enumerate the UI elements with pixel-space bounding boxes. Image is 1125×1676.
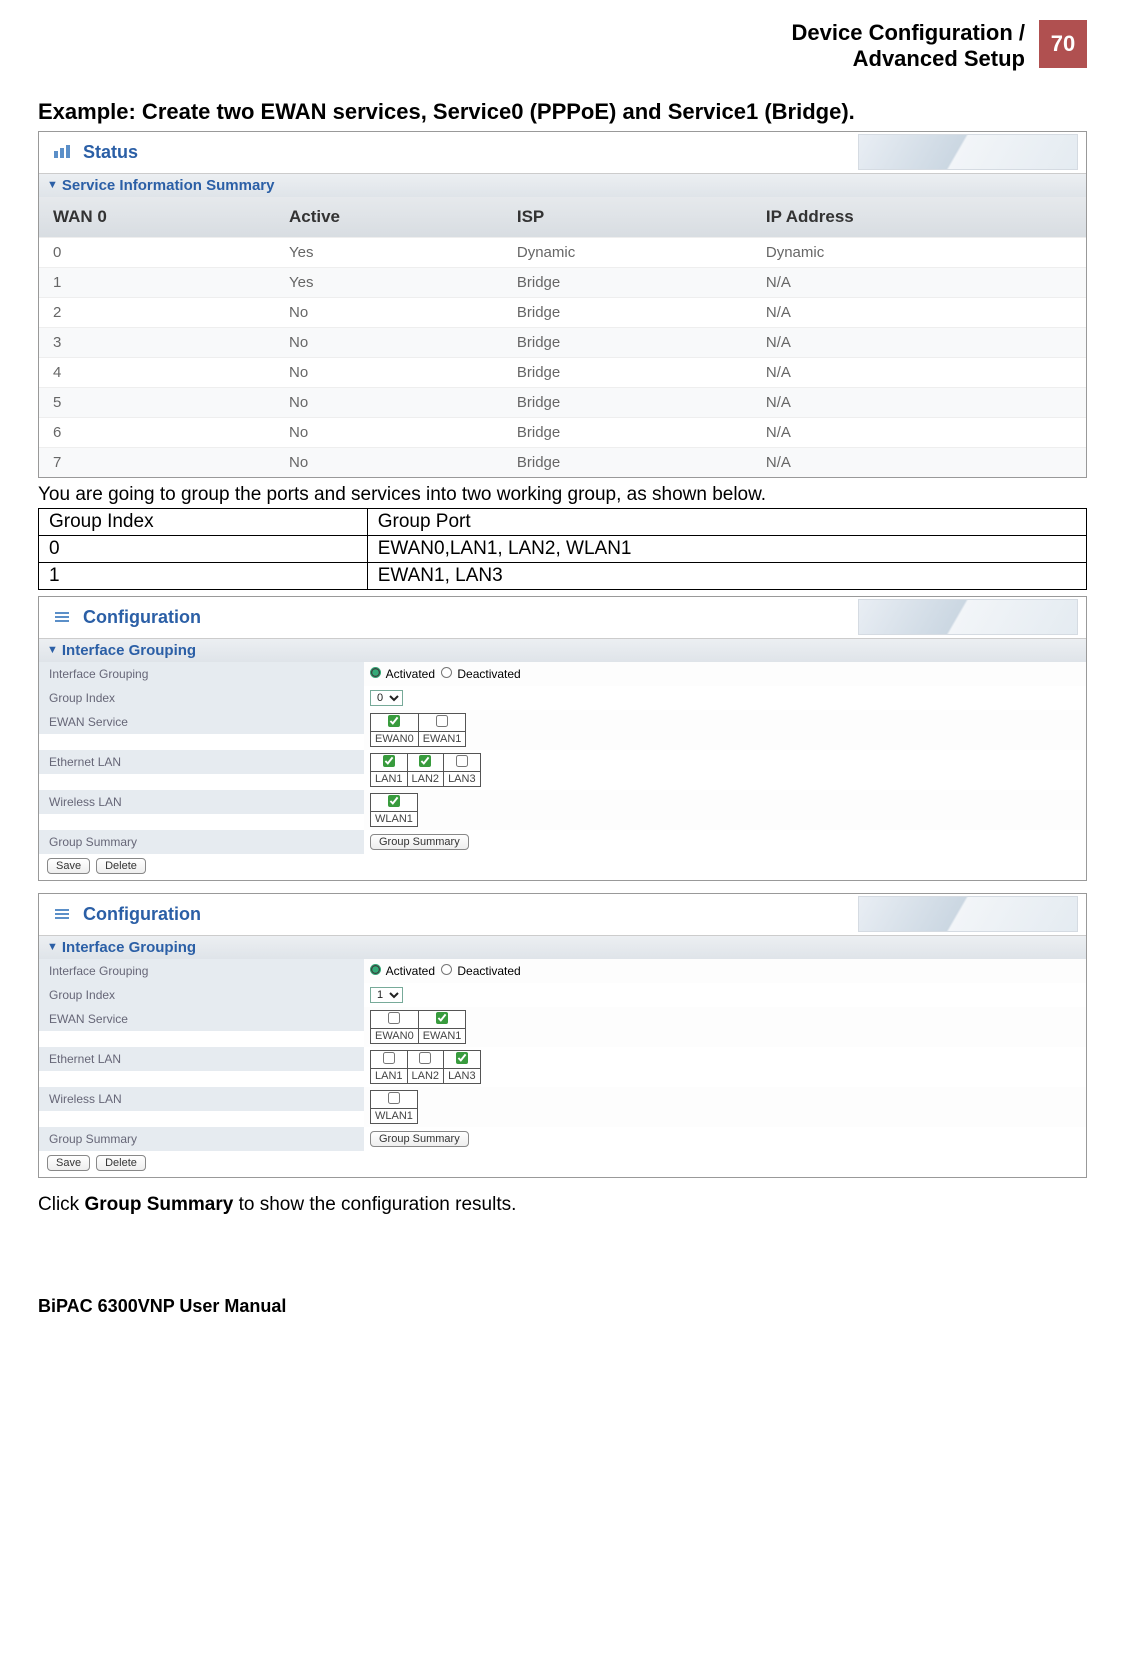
table-row: 7NoBridgeN/A: [39, 447, 1086, 477]
wlan-label: Wireless LAN: [39, 790, 364, 814]
table-row: 1YesBridgeN/A: [39, 267, 1086, 297]
decorative-banner: [858, 599, 1078, 635]
table-row: 5NoBridgeN/A: [39, 387, 1086, 417]
ewan-service-label: EWAN Service: [39, 1007, 364, 1031]
table-row: 3NoBridgeN/A: [39, 327, 1086, 357]
lan-table-chk-lan1[interactable]: [383, 755, 395, 767]
footer-brand: BiPAC 6300VNP User Manual: [38, 1296, 1087, 1317]
group-index-label: Group Index: [39, 686, 364, 710]
radio-deactivated[interactable]: Deactivated: [441, 667, 521, 681]
config-icon: [47, 906, 77, 922]
page-number-badge: 70: [1039, 20, 1087, 68]
eth-lan-label: Ethernet LAN: [39, 1047, 364, 1071]
lan-table-chk-lan1[interactable]: [383, 1052, 395, 1064]
table-row: 4NoBridgeN/A: [39, 357, 1086, 387]
iface-grouping-label: Interface Grouping: [39, 662, 364, 686]
status-title: Status: [83, 142, 138, 163]
table-row: 0EWAN0,LAN1, LAN2, WLAN1: [39, 535, 1087, 562]
group-index-select[interactable]: 0: [370, 690, 403, 706]
table-header: IP Address: [752, 197, 1086, 238]
ewan-table-chk-ewan1[interactable]: [436, 715, 448, 727]
table-row: 2NoBridgeN/A: [39, 297, 1086, 327]
ewan-table: EWAN0EWAN1: [370, 1010, 466, 1044]
table-header: Active: [275, 197, 503, 238]
status-section-header: ▼Service Information Summary: [39, 174, 1086, 197]
ewan-table-chk-ewan0[interactable]: [388, 1012, 400, 1024]
delete-button[interactable]: Delete: [96, 858, 146, 874]
decorative-banner: [858, 896, 1078, 932]
chevron-down-icon: ▼: [47, 941, 58, 953]
status-panel: Status ▼Service Information Summary WAN …: [38, 131, 1087, 478]
config-section-header: ▼Interface Grouping: [39, 639, 1086, 662]
config-icon: [47, 609, 77, 625]
service-summary-table: WAN 0ActiveISPIP Address 0YesDynamicDyna…: [39, 197, 1086, 477]
iface-grouping-label: Interface Grouping: [39, 959, 364, 983]
group-summary-label: Group Summary: [39, 830, 364, 854]
radio-activated[interactable]: Activated: [370, 667, 435, 681]
wlan-table-chk-wlan1[interactable]: [388, 795, 400, 807]
wlan-table: WLAN1: [370, 1090, 418, 1124]
table-header: Group Port: [367, 508, 1086, 535]
config-panel-1: Configuration ▼Interface GroupingInterfac…: [38, 893, 1087, 1178]
save-button[interactable]: Save: [47, 1155, 90, 1171]
ewan-table-chk-ewan0[interactable]: [388, 715, 400, 727]
table-header: ISP: [503, 197, 752, 238]
radio-activated[interactable]: Activated: [370, 964, 435, 978]
group-summary-button[interactable]: Group Summary: [370, 834, 469, 850]
config-section-header: ▼Interface Grouping: [39, 936, 1086, 959]
group-table: Group IndexGroup Port 0EWAN0,LAN1, LAN2,…: [38, 508, 1087, 590]
lan-table-chk-lan3[interactable]: [456, 755, 468, 767]
ewan-table: EWAN0EWAN1: [370, 713, 466, 747]
status-icon: [47, 144, 77, 160]
group-summary-label: Group Summary: [39, 1127, 364, 1151]
decorative-banner: [858, 134, 1078, 170]
example-heading: Example: Create two EWAN services, Servi…: [38, 99, 1087, 125]
lan-table: LAN1LAN2LAN3: [370, 753, 481, 787]
chevron-down-icon: ▼: [47, 179, 58, 191]
config-title: Configuration: [83, 607, 201, 628]
ewan-table-chk-ewan1[interactable]: [436, 1012, 448, 1024]
group-summary-button[interactable]: Group Summary: [370, 1131, 469, 1147]
table-row: 1EWAN1, LAN3: [39, 562, 1087, 589]
wlan-label: Wireless LAN: [39, 1087, 364, 1111]
eth-lan-label: Ethernet LAN: [39, 750, 364, 774]
table-header: Group Index: [39, 508, 368, 535]
radio-deactivated[interactable]: Deactivated: [441, 964, 521, 978]
config-title: Configuration: [83, 904, 201, 925]
ewan-service-label: EWAN Service: [39, 710, 364, 734]
chevron-down-icon: ▼: [47, 644, 58, 656]
table-row: 6NoBridgeN/A: [39, 417, 1086, 447]
wlan-table: WLAN1: [370, 793, 418, 827]
group-index-label: Group Index: [39, 983, 364, 1007]
wlan-table-chk-wlan1[interactable]: [388, 1092, 400, 1104]
lan-table-chk-lan2[interactable]: [419, 755, 431, 767]
footer-instruction: Click Group Summary to show the configur…: [38, 1194, 1087, 1216]
group-index-select[interactable]: 1: [370, 987, 403, 1003]
page-title: Device Configuration / Advanced Setup: [792, 20, 1025, 73]
table-header: WAN 0: [39, 197, 275, 238]
lan-table: LAN1LAN2LAN3: [370, 1050, 481, 1084]
config-panel-0: Configuration ▼Interface GroupingInterfac…: [38, 596, 1087, 881]
save-button[interactable]: Save: [47, 858, 90, 874]
intro-text: You are going to group the ports and ser…: [38, 484, 1087, 506]
delete-button[interactable]: Delete: [96, 1155, 146, 1171]
lan-table-chk-lan3[interactable]: [456, 1052, 468, 1064]
lan-table-chk-lan2[interactable]: [419, 1052, 431, 1064]
table-row: 0YesDynamicDynamic: [39, 237, 1086, 267]
